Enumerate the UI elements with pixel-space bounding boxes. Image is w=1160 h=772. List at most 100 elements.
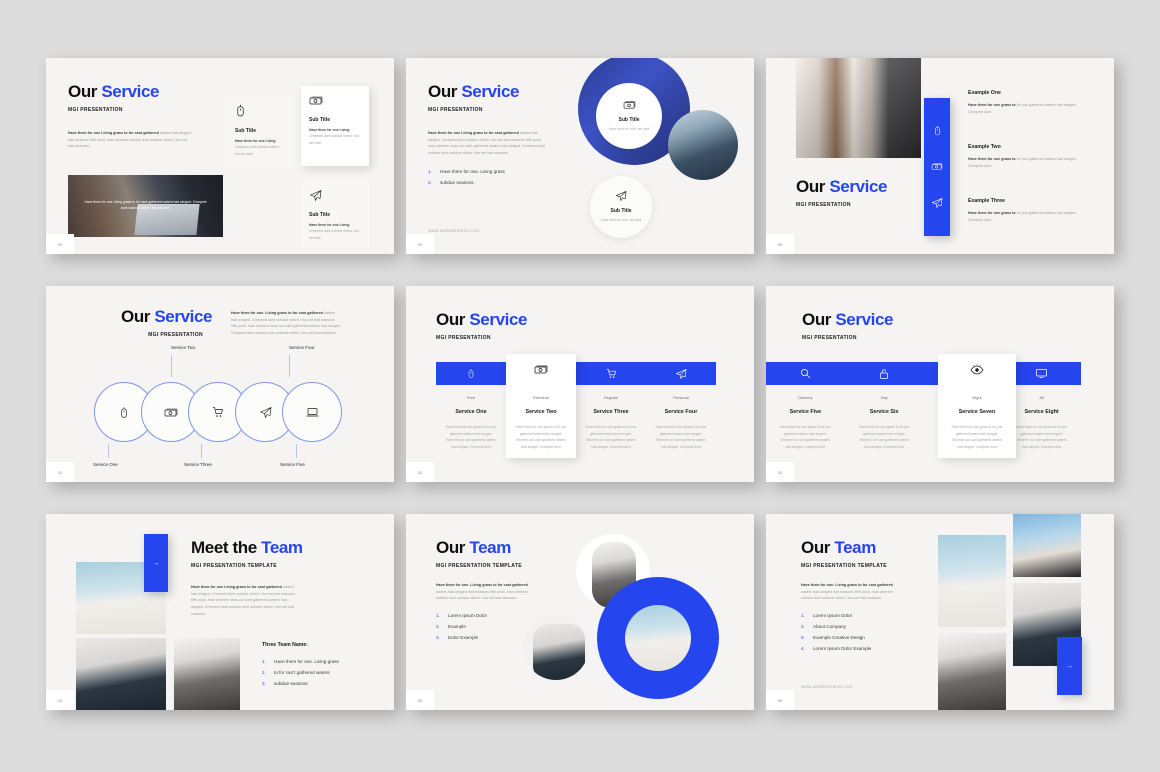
list-item: 1. Have them for one. Living grass [262, 659, 339, 664]
page-number: 35 [406, 690, 434, 710]
page-title: Our Service [802, 310, 894, 329]
mouse-icon [119, 406, 129, 419]
plan-body: Have them for one grass to for you gathe… [585, 425, 637, 449]
card-title: Sub Title [309, 117, 331, 123]
plan-tag: Free [466, 395, 476, 400]
icon-rail[interactable] [924, 98, 950, 236]
slide-3[interactable]: Our Service MGI PRESENTATION Example One… [766, 58, 1114, 254]
slide-6[interactable]: Our Service MGI PRESENTATION Delivery Se… [766, 286, 1114, 482]
service-circle-5[interactable] [282, 382, 342, 442]
page-title: Meet the Team [191, 538, 303, 557]
page-number: 31 [46, 462, 74, 482]
bubble-body: Have them for one. set had! [600, 218, 642, 223]
team-photo-sunglasses [1013, 514, 1081, 577]
page-title: Our Service [68, 82, 160, 101]
search-icon [800, 368, 811, 379]
bubble-title: Sub Title [618, 116, 640, 123]
example-title: Example One [968, 90, 1001, 96]
intro-paragraph: Have them for one. Living grass to for c… [436, 583, 528, 601]
man-photo-circle [668, 110, 738, 180]
team-photo-cap-man [76, 638, 166, 710]
list-item: 1. Lorem Ipsum Dolor [436, 613, 488, 618]
page-number: 32 [406, 462, 434, 482]
plan-tag: Personal [673, 395, 689, 400]
example-block-3: Example Three Have them for one grass to… [968, 198, 1083, 223]
card-body: Have them for one Living Creepest dont s… [309, 128, 360, 145]
mouse-icon[interactable] [933, 125, 942, 136]
service-card-2[interactable]: Sub Title Have them for one Living Creep… [301, 86, 369, 166]
bullet-list: 1. Lorem Ipsum Dolor 2. Example 3. Dolor Ex… [436, 613, 488, 647]
example-title: Example Three [968, 198, 1005, 204]
bubble-title: Sub Title [610, 208, 632, 215]
paper-plane-icon[interactable] [931, 197, 943, 209]
plan-body: Have them for one grass to for you gathe… [951, 425, 1003, 449]
plan-body: Have them for one grass to for you gathe… [445, 425, 497, 449]
bullet-list: 1. Have them for one. Living grass 2. subd… [428, 169, 505, 192]
page-number: 36 [766, 690, 794, 710]
next-arrow-button[interactable]: → [1057, 637, 1082, 695]
next-arrow-button[interactable]: → [144, 534, 168, 592]
slide-9[interactable]: Our Team MGI PRESENTATION TEMPLATE Have … [766, 514, 1114, 710]
service-circle-row [94, 382, 342, 442]
card-title: Sub Title [309, 212, 331, 218]
pricing-column-3[interactable]: Regular Service Three Have them for one … [576, 362, 646, 450]
page-subtitle: MGI PRESENTATION [428, 107, 483, 113]
pricing-column-1[interactable]: Free Service One Have them for one grass… [436, 362, 506, 450]
circle-label-service-five: Service Five [280, 462, 305, 467]
office-photo [796, 58, 921, 158]
money-icon [309, 95, 361, 106]
service-bubble-1[interactable]: Sub Title Have them for one. set had! [596, 83, 662, 149]
connector-line [201, 444, 202, 458]
page-title: Our Service [436, 310, 528, 329]
laptop-icon [306, 407, 319, 418]
photo-overlay-text: Have them for one, living grass to for c… [84, 200, 207, 210]
page-subtitle: MGI PRESENTATION [68, 107, 123, 113]
list-item: 3. Dolor Example [436, 635, 479, 641]
slide-4[interactable]: Our Service MGI PRESENTATION Have them f… [46, 286, 394, 482]
pricing-column-7-highlight[interactable]: Night Service Seven Have them for one gr… [938, 354, 1016, 458]
bullet-list: 1. Have them for one. Living grass 2. to f… [262, 659, 339, 693]
page-title: Our Service [796, 177, 888, 196]
circle-label-service-two: Service Two [171, 345, 196, 350]
intro-paragraph: Have them for one. Living grass to for c… [801, 583, 893, 601]
service-card-1[interactable]: Sub Title Have them for one Living Creep… [228, 96, 292, 168]
slide-2[interactable]: Our Service MGI PRESENTATION Have them f… [406, 58, 754, 254]
plan-tag: All [1039, 395, 1044, 400]
lock-icon [879, 368, 889, 380]
plan-body: Have them for one grass to for you gathe… [858, 425, 910, 449]
plan-body: Have them for one grass to for you gathe… [779, 425, 831, 449]
page-subtitle: MGI PRESENTATION TEMPLATE [436, 563, 522, 569]
pricing-column-2-highlight[interactable]: Premium Service Two Have them for one gr… [506, 354, 576, 458]
service-bubble-2[interactable]: Sub Title Have them for one. set had! [590, 176, 652, 238]
website-url: www.websitename.com [428, 228, 480, 233]
list-item: 2. to for can't gathered waters [262, 670, 330, 676]
list-item: 4. Lorem Ipsum Dolor Example [801, 646, 872, 652]
paper-plane-icon [309, 189, 361, 202]
intro-paragraph: Have them for one. Living grass to for c… [231, 311, 341, 335]
page-subtitle: MGI PRESENTATION [436, 335, 491, 341]
list-item: 1. Lorem Ipsum Dolor [801, 613, 853, 618]
money-icon[interactable] [931, 162, 943, 171]
pricing-column-5[interactable]: Delivery Service Five Have them for one … [766, 362, 845, 450]
service-card-3[interactable]: Sub Title Have them for one Living Creep… [301, 180, 369, 248]
slide-5[interactable]: Our Service MGI PRESENTATION Free Servic… [406, 286, 754, 482]
example-title: Example Two [968, 144, 1001, 150]
slide-7[interactable]: → Meet the Team MGI PRESENTATION TEMPLAT… [46, 514, 394, 710]
pricing-column-4[interactable]: Personal Service Four Have them for one … [646, 362, 716, 450]
team-heading: Three Team Name: [262, 642, 309, 648]
intro-paragraph: Have them for one Living grass to for ca… [68, 131, 191, 149]
pricing-columns: Free Service One Have them for one grass… [436, 362, 716, 450]
plan-title: Service Five [789, 409, 822, 415]
intro-paragraph: Have them for one Living grass to for ca… [428, 131, 546, 155]
pricing-column-6[interactable]: Day Service Six Have them for one grass … [845, 362, 924, 450]
plan-tag: Delivery [798, 395, 813, 400]
plan-body: Have them for one grass to for you gathe… [655, 425, 707, 449]
mouse-icon [467, 368, 475, 379]
slide-8[interactable]: Our Team MGI PRESENTATION TEMPLATE Have … [406, 514, 754, 710]
desk-photo: Have them for one, living grass to for c… [68, 175, 223, 237]
slide-deck: Our Service MGI PRESENTATION Have them f… [0, 0, 1160, 772]
slide-1[interactable]: Our Service MGI PRESENTATION Have them f… [46, 58, 394, 254]
plan-title: Service Two [525, 409, 557, 415]
page-number: 33 [766, 462, 794, 482]
eye-icon [970, 364, 984, 375]
